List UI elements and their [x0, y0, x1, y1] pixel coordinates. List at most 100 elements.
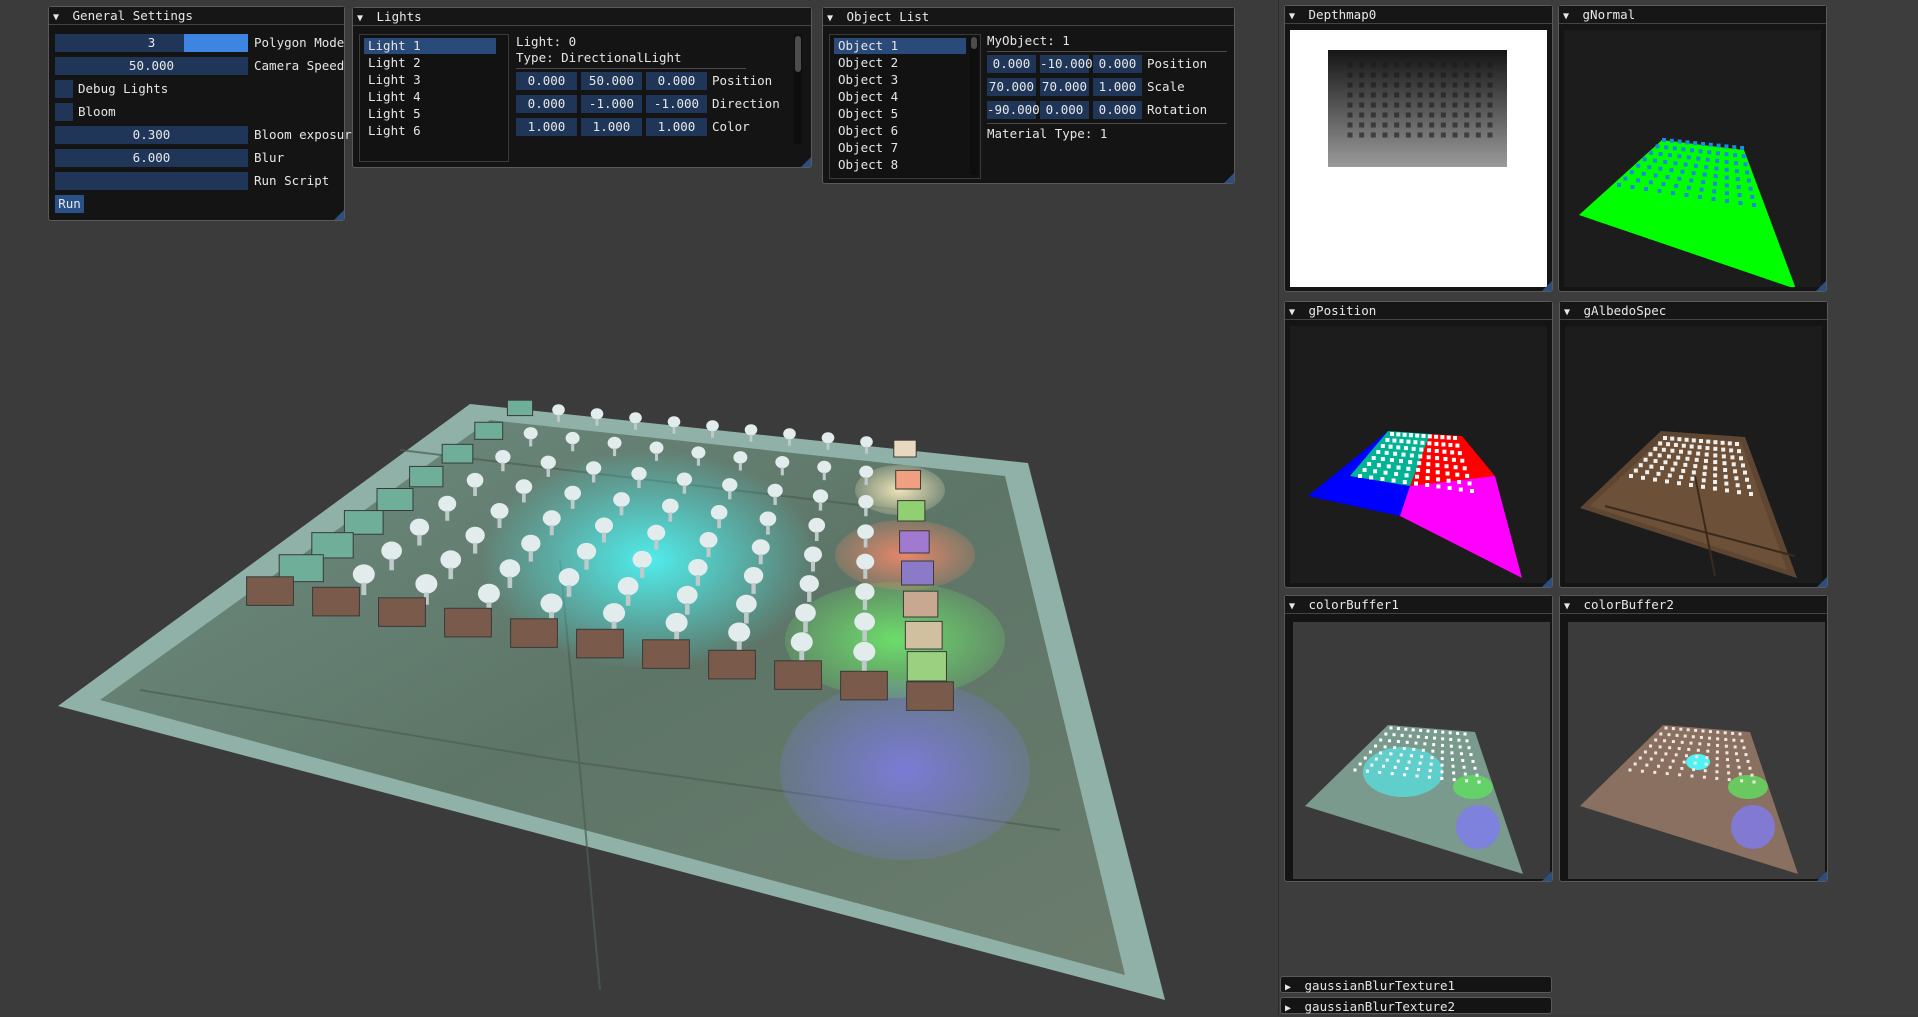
colorbuffer1-window[interactable]: ▼ colorBuffer1 — [1284, 595, 1553, 882]
object-rotation-z[interactable]: 0.000 — [1093, 101, 1142, 119]
object-list-item[interactable]: Object 8 — [834, 157, 966, 173]
triangle-down-icon[interactable]: ▼ — [1563, 8, 1575, 23]
object-list-item[interactable]: Object 3 — [834, 72, 966, 88]
resize-grip-icon[interactable] — [1817, 577, 1827, 587]
light-direction-y[interactable]: -1.000 — [581, 95, 642, 113]
texture-dot — [1657, 764, 1661, 768]
resize-grip-icon[interactable] — [1816, 281, 1826, 291]
object-list-item[interactable]: Object 1 — [834, 38, 966, 54]
gaussianblur2-window[interactable]: ▶ gaussianBlurTexture2 — [1280, 997, 1552, 1014]
colorbuffer2-titlebar[interactable]: ▼ colorBuffer2 — [1560, 596, 1827, 614]
triangle-down-icon[interactable]: ▼ — [827, 10, 839, 25]
triangle-down-icon[interactable]: ▼ — [1289, 304, 1301, 319]
resize-grip-icon[interactable] — [334, 210, 344, 220]
gposition-window[interactable]: ▼ gPosition — [1284, 301, 1553, 588]
object-position-z[interactable]: 0.000 — [1093, 55, 1142, 73]
texture-dot — [1458, 487, 1463, 492]
resize-grip-icon[interactable] — [801, 157, 811, 167]
object-scale-x[interactable]: 70.000 — [987, 78, 1036, 96]
object-scale-y[interactable]: 70.000 — [1040, 78, 1089, 96]
light-position-y[interactable]: 50.000 — [581, 72, 642, 90]
texture-dot — [1399, 439, 1404, 444]
gposition-titlebar[interactable]: ▼ gPosition — [1285, 302, 1552, 320]
triangle-down-icon[interactable]: ▼ — [1289, 8, 1301, 23]
light-direction-x[interactable]: 0.000 — [516, 95, 577, 113]
light-list-item[interactable]: Light 2 — [364, 55, 496, 71]
light-position-x[interactable]: 0.000 — [516, 72, 577, 90]
resize-grip-icon[interactable] — [1542, 871, 1552, 881]
bloom-exposure-field[interactable]: 0.300 — [55, 126, 248, 144]
light-list-item[interactable]: Light 5 — [364, 106, 496, 122]
object-rotation-x[interactable]: -90.000 — [987, 101, 1040, 119]
object-listbox[interactable]: Object 1 Object 2 Object 3 Object 4 Object 5… — [829, 34, 981, 179]
general-settings-titlebar[interactable]: ▼ General Settings — [49, 7, 344, 25]
object-list-item[interactable]: Object 2 — [834, 55, 966, 71]
resize-grip-icon[interactable] — [1817, 871, 1827, 881]
triangle-down-icon[interactable]: ▼ — [357, 10, 369, 25]
model-base — [766, 525, 770, 535]
block — [906, 651, 947, 682]
resize-grip-icon[interactable] — [1224, 173, 1234, 183]
object-list-scrollbar[interactable] — [970, 37, 978, 175]
general-settings-window[interactable]: ▼ General Settings 3 Polygon Mode 50.000… — [48, 6, 352, 221]
resize-grip-icon[interactable] — [1542, 281, 1552, 291]
lights-window[interactable]: ▼ Lights Light 1 Light 2 Light 3 Light 4 Lig… — [352, 7, 812, 168]
light-list-item[interactable]: Light 3 — [364, 72, 496, 88]
lights-titlebar[interactable]: ▼ Lights — [353, 8, 811, 26]
triangle-right-icon[interactable]: ▶ — [1285, 979, 1297, 996]
lights-scrollbar[interactable] — [794, 34, 802, 144]
triangle-down-icon[interactable]: ▼ — [53, 9, 65, 24]
gnormal-window[interactable]: ▼ gNormal — [1558, 5, 1827, 292]
triangle-down-icon[interactable]: ▼ — [1564, 598, 1576, 613]
triangle-down-icon[interactable]: ▼ — [1564, 304, 1576, 319]
galbedospec-titlebar[interactable]: ▼ gAlbedoSpec — [1560, 302, 1827, 320]
object-scale-z[interactable]: 1.000 — [1093, 78, 1142, 96]
object-position-y[interactable]: -10.000 — [1040, 55, 1093, 73]
light-list-item[interactable]: Light 1 — [364, 38, 496, 54]
galbedospec-window[interactable]: ▼ gAlbedoSpec — [1559, 301, 1828, 588]
scrollbar-thumb[interactable] — [795, 36, 801, 72]
run-button[interactable]: Run — [55, 195, 84, 213]
object-position-x[interactable]: 0.000 — [987, 55, 1036, 73]
texture-dot — [1682, 760, 1686, 764]
light-color-b[interactable]: 1.000 — [646, 118, 707, 136]
light-position-z[interactable]: 0.000 — [646, 72, 707, 90]
camera-speed-field[interactable]: 50.000 — [55, 57, 248, 75]
texture-dot — [1455, 472, 1460, 477]
bloom-label: Bloom — [78, 104, 116, 119]
bloom-checkbox[interactable] — [55, 103, 73, 121]
object-list-item[interactable]: Object 7 — [834, 140, 966, 156]
depthmap-window[interactable]: ▼ Depthmap0 — [1284, 5, 1553, 292]
blur-field[interactable]: 6.000 — [55, 149, 248, 167]
model-base — [361, 582, 367, 596]
object-list-item[interactable]: Object 5 — [834, 106, 966, 122]
object-list-titlebar[interactable]: ▼ Object List — [823, 8, 1234, 26]
object-list-item[interactable]: Object 6 — [834, 123, 966, 139]
light-list-item[interactable]: Light 6 — [364, 123, 496, 139]
scrollbar-thumb[interactable] — [971, 37, 977, 49]
debug-lights-checkbox[interactable] — [55, 80, 73, 98]
light-color-g[interactable]: 1.000 — [581, 118, 642, 136]
colorbuffer2-window[interactable]: ▼ colorBuffer2 — [1559, 595, 1828, 882]
depthmap-titlebar[interactable]: ▼ Depthmap0 — [1285, 6, 1552, 24]
object-list-item[interactable]: Object 4 — [834, 89, 966, 105]
gnormal-titlebar[interactable]: ▼ gNormal — [1559, 6, 1826, 24]
texture-dot — [1721, 447, 1726, 452]
triangle-right-icon[interactable]: ▶ — [1285, 1000, 1297, 1017]
gaussianblur1-window[interactable]: ▶ gaussianBlurTexture1 — [1280, 976, 1552, 993]
slider-grab[interactable] — [184, 34, 248, 52]
model-base — [864, 477, 868, 485]
block — [343, 510, 384, 535]
run-script-input[interactable] — [55, 172, 248, 190]
object-rotation-y[interactable]: 0.000 — [1040, 101, 1089, 119]
texture-dot — [1658, 441, 1663, 446]
light-direction-z[interactable]: -1.000 — [646, 95, 707, 113]
lights-listbox[interactable]: Light 1 Light 2 Light 3 Light 4 Light 5 Light… — [359, 34, 509, 162]
triangle-down-icon[interactable]: ▼ — [1289, 598, 1301, 613]
gposition-texture — [1290, 326, 1547, 583]
resize-grip-icon[interactable] — [1542, 577, 1552, 587]
light-color-r[interactable]: 1.000 — [516, 118, 577, 136]
colorbuffer1-titlebar[interactable]: ▼ colorBuffer1 — [1285, 596, 1552, 614]
light-list-item[interactable]: Light 4 — [364, 89, 496, 105]
object-list-window[interactable]: ▼ Object List Object 1 Object 2 Object 3 Ob… — [822, 7, 1235, 184]
